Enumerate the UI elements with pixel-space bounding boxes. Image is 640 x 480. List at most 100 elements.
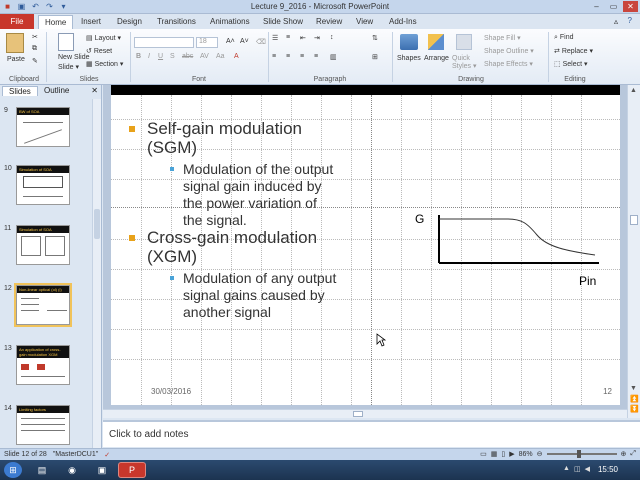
- columns-icon[interactable]: ▥: [330, 53, 337, 61]
- next-slide-icon[interactable]: ⏬: [630, 405, 639, 413]
- gain-curve-graph[interactable]: G Pin: [407, 207, 607, 297]
- tab-insert[interactable]: Insert: [81, 17, 101, 26]
- start-button-icon[interactable]: ⊞: [4, 462, 22, 478]
- shape-fill-button[interactable]: Shape Fill ▾: [484, 34, 521, 42]
- tray-icon[interactable]: ▲: [563, 465, 570, 473]
- minimize-icon[interactable]: ‒: [589, 1, 604, 12]
- new-slide-button[interactable]: New Slide: [58, 54, 90, 61]
- slide-thumbnail-selected[interactable]: Non-linear optical (ol) (i): [14, 283, 72, 327]
- font-size-box[interactable]: 18: [196, 37, 218, 48]
- smartart-icon[interactable]: ⊞: [372, 53, 378, 61]
- strikethrough-icon[interactable]: abc: [182, 53, 193, 60]
- char-spacing-icon[interactable]: AV: [200, 53, 209, 60]
- reading-view-icon[interactable]: ▯: [501, 450, 505, 458]
- notes-placeholder[interactable]: Click to add notes: [109, 429, 189, 440]
- tab-review[interactable]: Review: [316, 17, 342, 26]
- align-left-icon[interactable]: ≡: [272, 53, 276, 60]
- tab-file[interactable]: File: [0, 14, 34, 29]
- scroll-down-icon[interactable]: ▼: [630, 385, 637, 392]
- taskbar-clock[interactable]: 15:50: [598, 465, 618, 474]
- browser-taskbar-icon[interactable]: ◉: [58, 462, 86, 478]
- sub-bullet-xgm[interactable]: Modulation of any output signal gains ca…: [170, 270, 336, 321]
- shapes-icon[interactable]: [400, 34, 418, 50]
- explorer-taskbar-icon[interactable]: ▤: [28, 462, 56, 478]
- format-painter-icon[interactable]: ✎: [32, 57, 38, 65]
- new-slide-icon[interactable]: [58, 33, 74, 51]
- slide-thumbnail[interactable]: Simulation of SOA: [16, 165, 70, 205]
- shrink-font-icon[interactable]: A˅: [240, 38, 249, 45]
- line-spacing-icon[interactable]: ↕: [330, 34, 334, 41]
- zoom-out-icon[interactable]: ⊖: [537, 450, 543, 458]
- close-pane-icon[interactable]: ✕: [91, 86, 98, 95]
- section-button[interactable]: ▦ Section ▾: [86, 60, 123, 68]
- slide-sorter-icon[interactable]: ▦: [491, 450, 498, 458]
- tab-view[interactable]: View: [356, 17, 373, 26]
- align-center-icon[interactable]: ≡: [286, 53, 290, 60]
- new-slide-dropdown[interactable]: Slide ▾: [58, 63, 79, 71]
- slideshow-icon[interactable]: ▶: [509, 450, 514, 458]
- previous-slide-icon[interactable]: ⏫: [630, 395, 639, 403]
- bullets-icon[interactable]: ☰: [272, 34, 278, 42]
- close-icon[interactable]: ✕: [623, 1, 638, 12]
- paste-icon[interactable]: [6, 33, 24, 53]
- normal-view-icon[interactable]: ▭: [480, 450, 487, 458]
- select-button[interactable]: ⬚ Select ▾: [554, 60, 588, 68]
- reset-button[interactable]: ↺ Reset: [86, 47, 112, 55]
- shape-effects-button[interactable]: Shape Effects ▾: [484, 60, 533, 68]
- bullet-sgm[interactable]: Self-gain modulation (SGM): [129, 119, 302, 157]
- tab-slide-show[interactable]: Slide Show: [263, 17, 303, 26]
- zoom-slider[interactable]: [546, 450, 617, 458]
- cut-icon[interactable]: ✂: [32, 33, 38, 41]
- tab-slides[interactable]: Slides: [2, 86, 38, 96]
- slide-thumbnail[interactable]: An application of cross-gain modulation …: [16, 345, 70, 385]
- shadow-icon[interactable]: S: [170, 53, 175, 60]
- tab-add-ins[interactable]: Add-Ins: [389, 17, 417, 26]
- increase-indent-icon[interactable]: ⇥: [314, 34, 320, 42]
- scrollbar-thumb[interactable]: [353, 411, 363, 417]
- quick-styles-button[interactable]: Quick Styles ▾: [452, 55, 482, 70]
- grow-font-icon[interactable]: A˄: [226, 38, 235, 45]
- align-right-icon[interactable]: ≡: [300, 53, 304, 60]
- fit-slide-icon[interactable]: ⤢: [630, 450, 636, 458]
- arrange-button[interactable]: Arrange: [424, 55, 449, 62]
- find-button[interactable]: ⌕ Find: [554, 34, 574, 42]
- slides-pane-scrollbar[interactable]: [92, 99, 101, 448]
- shape-outline-button[interactable]: Shape Outline ▾: [484, 47, 534, 55]
- tab-transitions[interactable]: Transitions: [157, 17, 196, 26]
- quick-styles-icon[interactable]: [456, 34, 472, 50]
- scrollbar-thumb[interactable]: [94, 209, 100, 239]
- bold-icon[interactable]: B: [136, 53, 141, 60]
- editor-vertical-scrollbar[interactable]: ▲ ▼ ⏫ ⏬: [627, 85, 640, 418]
- zoom-in-icon[interactable]: ⊕: [621, 450, 627, 458]
- network-icon[interactable]: ◫: [574, 465, 581, 473]
- italic-icon[interactable]: I: [148, 53, 150, 60]
- volume-icon[interactable]: ◀: [585, 465, 590, 473]
- scroll-up-icon[interactable]: ▲: [630, 87, 637, 94]
- tab-outline[interactable]: Outline: [44, 86, 69, 95]
- decrease-indent-icon[interactable]: ⇤: [300, 34, 306, 42]
- maximize-icon[interactable]: ▭: [606, 1, 621, 12]
- font-color-icon[interactable]: A: [234, 53, 239, 60]
- slide-thumbnail[interactable]: Simulation of SOA: [16, 225, 70, 265]
- slide-thumbnail[interactable]: Limiting factors: [16, 405, 70, 445]
- notes-pane[interactable]: Click to add notes: [103, 420, 640, 447]
- numbering-icon[interactable]: ≡: [286, 34, 290, 41]
- slide-canvas[interactable]: Self-gain modulation (SGM) Modulation of…: [111, 85, 620, 405]
- copy-icon[interactable]: ⧉: [32, 45, 37, 53]
- replace-button[interactable]: ⇄ Replace ▾: [554, 47, 593, 55]
- tab-home[interactable]: Home: [38, 15, 74, 30]
- zoom-slider-knob[interactable]: [576, 450, 581, 458]
- font-name-box[interactable]: [134, 37, 194, 48]
- editor-horizontal-scrollbar[interactable]: [103, 409, 627, 418]
- minimize-ribbon-icon[interactable]: ▵: [614, 17, 618, 26]
- powerpoint-taskbar-icon[interactable]: P: [118, 462, 146, 478]
- underline-icon[interactable]: U: [158, 53, 163, 60]
- justify-icon[interactable]: ≡: [314, 53, 318, 60]
- slide-thumbnail[interactable]: BW of SOA: [16, 107, 70, 147]
- clear-formatting-icon[interactable]: ⌫: [256, 38, 266, 46]
- tab-animations[interactable]: Animations: [210, 17, 250, 26]
- arrange-icon[interactable]: [428, 34, 444, 50]
- shapes-button[interactable]: Shapes: [397, 55, 421, 62]
- paste-button[interactable]: Paste: [7, 56, 25, 63]
- text-direction-icon[interactable]: ⇅: [372, 34, 378, 42]
